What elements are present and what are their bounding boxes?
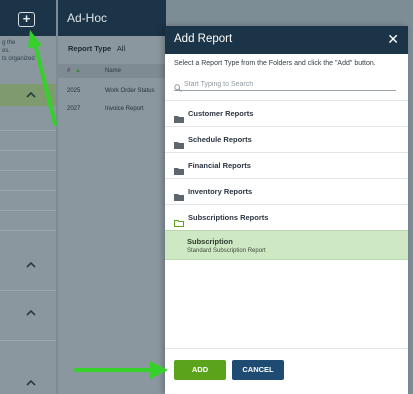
category-label: Schedule Reports [188, 135, 252, 144]
left-section-active[interactable] [0, 84, 56, 106]
left-panel: + g the os. ts organized [0, 0, 56, 394]
report-option-description: Standard Subscription Report [187, 248, 266, 254]
cancel-button[interactable]: CANCEL [232, 360, 284, 380]
plus-icon[interactable]: + [18, 12, 35, 27]
category-label: Customer Reports [188, 109, 254, 118]
add-report-modal: Add Report ✕ Select a Report Type from t… [165, 26, 408, 394]
left-desc-line: g the [2, 40, 16, 46]
column-id[interactable]: # [67, 68, 70, 74]
category-schedule-reports[interactable]: Schedule Reports [165, 126, 408, 152]
category-label: Inventory Reports [188, 187, 253, 196]
category-list: Customer Reports Schedule Reports Financ… [165, 100, 408, 260]
add-button[interactable]: ADD [174, 360, 226, 380]
divider [0, 150, 56, 151]
divider [0, 190, 56, 191]
divider [0, 340, 56, 341]
folder-icon [174, 188, 184, 201]
divider [0, 130, 56, 131]
column-name[interactable]: Name [105, 68, 121, 74]
search-icon [174, 79, 182, 92]
folder-icon [174, 110, 184, 123]
chevron-up-icon[interactable] [24, 90, 38, 100]
table-header: # ▲ Name [58, 64, 166, 78]
page-title: Ad-Hoc [58, 0, 166, 36]
sort-asc-icon[interactable]: ▲ [75, 68, 81, 74]
row-name[interactable]: Invoice Report [105, 106, 144, 112]
chevron-up-icon[interactable] [24, 260, 38, 270]
modal-instruction: Select a Report Type from the Folders an… [174, 60, 376, 67]
category-customer-reports[interactable]: Customer Reports [165, 100, 408, 126]
chevron-up-icon[interactable] [24, 308, 38, 318]
report-option-subscription[interactable]: Subscription Standard Subscription Repor… [165, 230, 408, 260]
row-id: 2027 [67, 106, 81, 112]
divider [0, 170, 56, 171]
report-option-title: Subscription [187, 237, 233, 246]
close-icon[interactable]: ✕ [387, 32, 399, 46]
report-type-value[interactable]: All [117, 44, 125, 53]
divider [0, 230, 56, 231]
folder-icon [174, 136, 184, 149]
table-row[interactable]: 2025 Work Order Status [58, 82, 166, 100]
modal-footer: ADD CANCEL [165, 348, 408, 394]
report-type-label: Report Type [68, 44, 112, 53]
left-desc-line: ts organized [2, 56, 35, 62]
modal-header: Add Report ✕ [165, 26, 408, 54]
table-row[interactable]: 2027 Invoice Report [58, 100, 166, 118]
left-panel-description: g the os. ts organized [0, 36, 56, 66]
row-id: 2025 [67, 88, 81, 94]
category-label: Financial Reports [188, 161, 251, 170]
category-financial-reports[interactable]: Financial Reports [165, 152, 408, 178]
search-input[interactable] [184, 78, 394, 90]
modal-title: Add Report [174, 33, 233, 45]
divider [0, 210, 56, 211]
category-label: Subscriptions Reports [188, 213, 269, 222]
folder-icon [174, 162, 184, 175]
adhoc-panel: Ad-Hoc Report Type All # ▲ Name 2025 Wor… [58, 0, 166, 394]
category-inventory-reports[interactable]: Inventory Reports [165, 178, 408, 204]
search-box[interactable] [174, 77, 396, 92]
folder-open-icon [174, 214, 184, 227]
row-name[interactable]: Work Order Status [105, 88, 155, 94]
chevron-up-icon[interactable] [24, 378, 38, 388]
divider [0, 290, 56, 291]
left-desc-line: os. [2, 48, 11, 54]
category-subscriptions-reports[interactable]: Subscriptions Reports [165, 204, 408, 230]
report-type-filter[interactable]: Report Type All [68, 44, 125, 53]
left-panel-header: + [0, 0, 56, 36]
